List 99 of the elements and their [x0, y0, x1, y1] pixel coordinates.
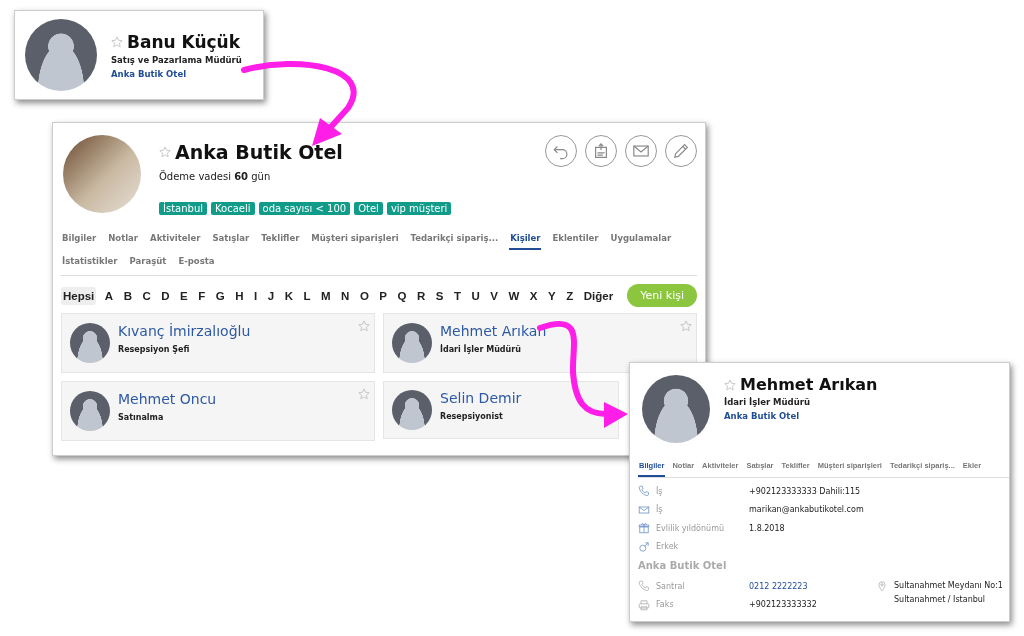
letter-filter[interactable]: T	[451, 286, 463, 305]
field-value: marikan@ankabutikotel.com	[749, 505, 864, 515]
contact-name: Mehmet Arıkan	[740, 375, 878, 394]
mail-icon	[632, 142, 650, 160]
field-label: Evlilik yıldönümü	[656, 523, 725, 533]
letter-filter[interactable]: E	[178, 286, 190, 305]
pencil-icon	[672, 142, 690, 160]
star-icon[interactable]	[358, 320, 370, 332]
tab[interactable]: Müşteri siparişleri	[310, 229, 400, 250]
letter-filter[interactable]: G	[213, 286, 227, 305]
undo-button[interactable]	[545, 135, 577, 167]
job-title: Resepsiyon Şefi	[118, 344, 191, 354]
letter-filter[interactable]: U	[469, 286, 482, 305]
mail-icon	[638, 503, 650, 516]
field-value: +902123333332	[749, 600, 817, 610]
map-pin-icon	[876, 580, 888, 592]
letter-filter[interactable]: O	[357, 286, 371, 305]
letter-filter[interactable]: N	[339, 286, 352, 305]
phone-icon	[638, 485, 650, 498]
letter-filter[interactable]: V	[488, 286, 500, 305]
letter-filter[interactable]: S	[433, 286, 446, 305]
gift-icon	[638, 522, 650, 535]
company-link[interactable]: Anka Butik Otel	[724, 411, 878, 421]
field-label: İş	[656, 486, 664, 496]
letter-filter[interactable]: Diğer	[581, 286, 616, 305]
letter-filter[interactable]: Z	[564, 286, 576, 305]
contact-name[interactable]: Mehmet Oncu	[118, 390, 217, 407]
job-title: Satınalma	[118, 412, 165, 422]
tab[interactable]: Bilgiler	[61, 229, 98, 250]
company-name: Anka Butik Otel	[175, 141, 343, 163]
letter-filter[interactable]: F	[196, 286, 208, 305]
field-label: Faks	[656, 600, 675, 610]
address-line: Sultanahmet / Istanbul	[894, 595, 987, 604]
avatar-silhouette	[70, 391, 110, 431]
contact-name[interactable]: Mehmet Arıkan	[440, 322, 547, 339]
contact-name: Banu Küçük	[127, 31, 240, 52]
printer-icon	[638, 598, 650, 611]
tab[interactable]: Uygulamalar	[609, 229, 673, 250]
tab[interactable]: Paraşüt	[128, 252, 168, 273]
letter-filter[interactable]: I	[252, 286, 260, 305]
contact-tile[interactable]: Selin Demir Resepsiyonist	[383, 381, 619, 439]
letter-filter[interactable]: H	[233, 286, 246, 305]
star-icon[interactable]	[358, 388, 370, 400]
letter-filter[interactable]: X	[527, 286, 540, 305]
avatar-silhouette	[70, 323, 110, 363]
letter-filter[interactable]: B	[121, 286, 134, 305]
letter-filter[interactable]: A	[102, 286, 116, 305]
job-title: Resepsiyonist	[440, 411, 504, 421]
section-heading: Anka Butik Otel	[638, 560, 728, 571]
letter-filter[interactable]: Q	[395, 286, 409, 305]
payment-terms: Ödeme vadesi 60 gün	[159, 171, 272, 182]
letter-filter[interactable]: K	[282, 286, 295, 305]
field-value: 0212 2222223	[749, 581, 808, 591]
phone-icon	[638, 580, 650, 593]
field-value: +902123333333 Dahili:115	[749, 486, 861, 496]
avatar-silhouette	[392, 323, 432, 363]
contact-tile[interactable]: Mehmet Arıkan İdari İşler Müdürü	[383, 313, 697, 373]
tab[interactable]: Eklentiler	[551, 229, 600, 250]
contact-name[interactable]: Kıvanç İmirzalıoğlu	[118, 322, 251, 339]
address-line: Sultanahmet Meydanı No:1	[894, 581, 1003, 590]
edit-button[interactable]	[665, 135, 697, 167]
field-value: 1.8.2018	[749, 523, 785, 533]
tab[interactable]: Satışlar	[211, 229, 251, 250]
letter-filter[interactable]: P	[377, 286, 390, 305]
email-button[interactable]	[625, 135, 657, 167]
letter-filter[interactable]: J	[265, 286, 277, 305]
letter-filter[interactable]: D	[159, 286, 172, 305]
field-label: Erkek	[656, 542, 680, 552]
vcard-button[interactable]	[585, 135, 617, 167]
contact-tile[interactable]: Kıvanç İmirzalıoğlu Resepsiyon Şefi	[61, 313, 375, 373]
contact-tile[interactable]: Mehmet Oncu Satınalma	[61, 381, 375, 441]
star-icon[interactable]	[724, 378, 736, 391]
job-title: Satış ve Pazarlama Müdürü	[111, 54, 242, 65]
letter-filter[interactable]: Hepsi	[61, 286, 97, 305]
avatar-silhouette	[392, 390, 432, 430]
star-icon[interactable]	[111, 35, 123, 48]
tab[interactable]: Aktiviteler	[149, 229, 202, 250]
field-label: Santral	[656, 581, 686, 591]
company-link[interactable]: Anka Butik Otel	[111, 68, 242, 79]
male-symbol-icon	[638, 540, 650, 553]
field-label: İş	[656, 505, 664, 515]
tab[interactable]: Tedarikçi sipariş...	[409, 229, 500, 250]
tab[interactable]: E-posta	[177, 252, 216, 273]
tab[interactable]: Notlar	[107, 229, 140, 250]
job-title: İdari İşler Müdürü	[440, 344, 522, 354]
letter-filter[interactable]: M	[319, 286, 333, 305]
star-icon[interactable]	[159, 146, 171, 158]
letter-filter[interactable]: L	[301, 286, 313, 305]
tab[interactable]: İstatistikler	[61, 252, 119, 273]
contact-name[interactable]: Selin Demir	[440, 389, 522, 406]
job-title: İdari İşler Müdürü	[724, 397, 811, 407]
card-upload-icon	[592, 142, 610, 160]
letter-filter[interactable]: R	[415, 286, 428, 305]
letter-filter[interactable]: W	[506, 286, 522, 305]
letter-filter[interactable]: Y	[546, 286, 558, 305]
star-icon[interactable]	[680, 320, 692, 332]
tab[interactable]: Teklifler	[260, 229, 301, 250]
tab[interactable]: Kişiler	[509, 229, 542, 250]
letter-filter[interactable]: C	[140, 286, 153, 305]
